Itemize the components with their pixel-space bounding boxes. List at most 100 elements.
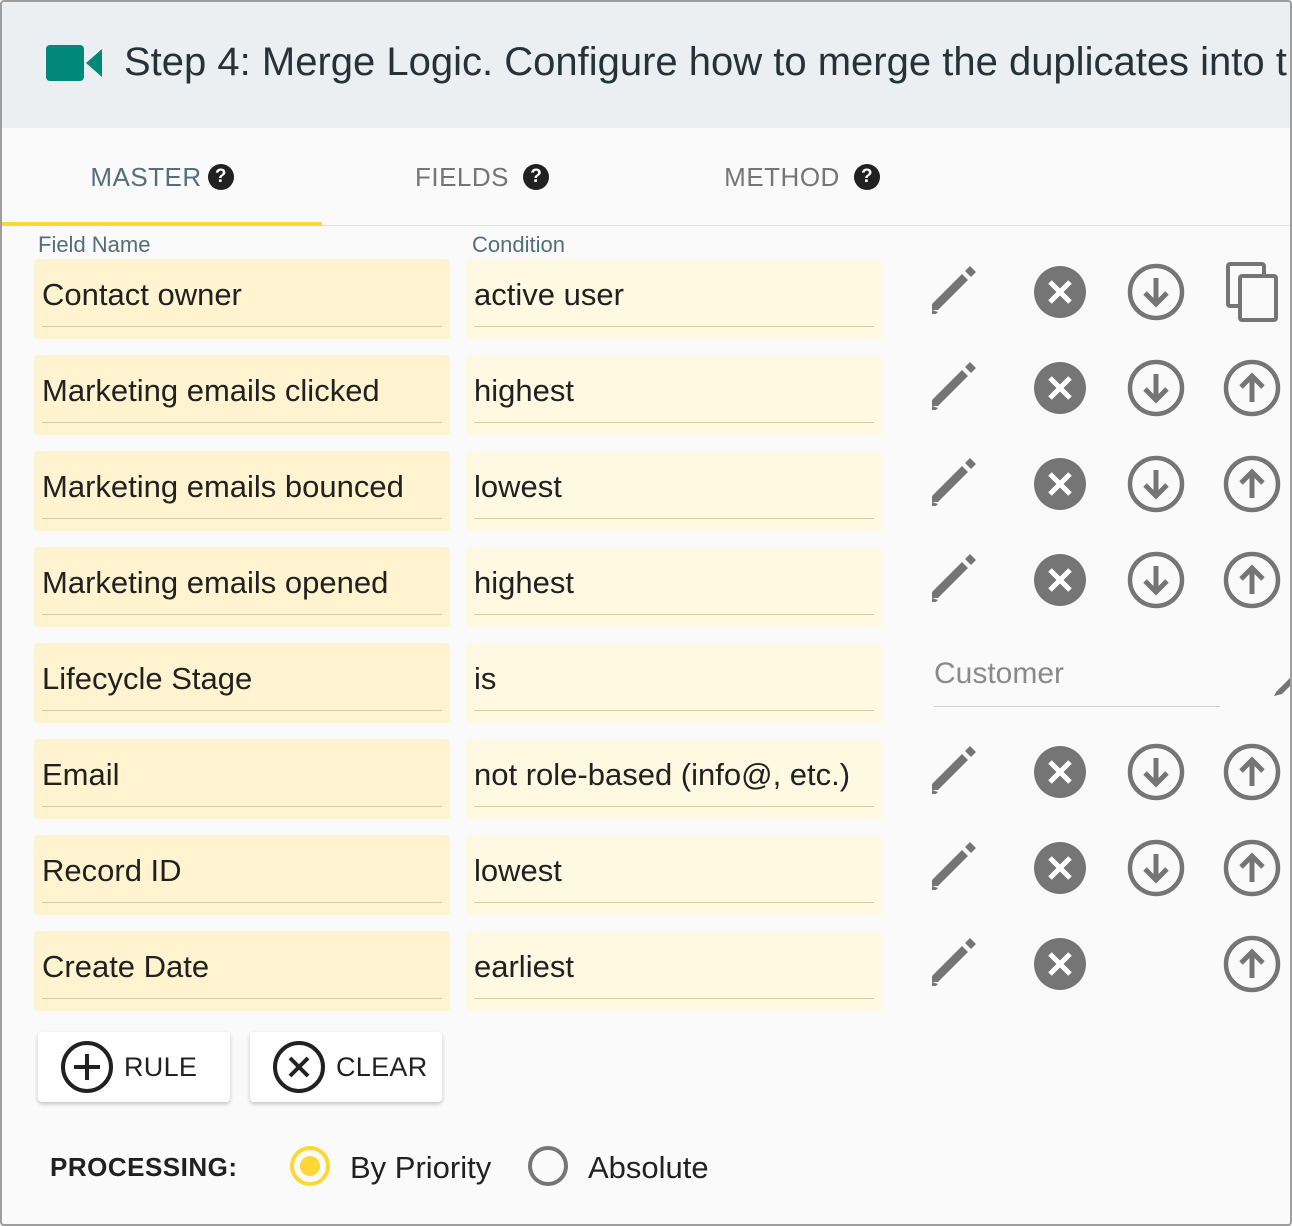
field-underline: [42, 518, 442, 519]
tab-bar: MASTER ? FIELDS ? METHOD ?: [2, 128, 1290, 226]
field-underline: [42, 614, 442, 615]
move-down-icon[interactable]: [1124, 836, 1188, 900]
field-name-value: Marketing emails bounced: [42, 469, 404, 504]
field-name-value: Marketing emails opened: [42, 565, 389, 600]
add-rule-button[interactable]: RULE: [38, 1032, 230, 1102]
condition-underline: [474, 710, 874, 711]
field-name-value: Email: [42, 757, 120, 792]
tab-master-label: MASTER: [90, 161, 202, 192]
edit-icon[interactable]: [924, 356, 988, 420]
move-up-icon[interactable]: [1220, 452, 1284, 516]
move-down-icon[interactable]: [1124, 452, 1188, 516]
clear-label: CLEAR: [336, 1051, 428, 1082]
edit-icon[interactable]: [924, 740, 988, 804]
move-up-icon[interactable]: [1220, 836, 1284, 900]
condition-value: earliest: [474, 949, 574, 984]
move-down-icon[interactable]: [1124, 548, 1188, 612]
remove-circle-icon[interactable]: [1028, 836, 1092, 900]
edit-icon[interactable]: [1268, 666, 1292, 702]
field-name-input[interactable]: Create Date: [34, 931, 450, 1011]
remove-circle-icon[interactable]: [1028, 260, 1092, 324]
condition-value: highest: [474, 565, 574, 600]
copy-icon[interactable]: [1220, 260, 1284, 324]
radio-by-priority[interactable]: [288, 1144, 332, 1188]
tab-fields[interactable]: FIELDS ?: [322, 128, 642, 226]
condition-underline: [474, 614, 874, 615]
condition-value: lowest: [474, 469, 562, 504]
move-down-icon[interactable]: [1124, 260, 1188, 324]
condition-column-label: Condition: [472, 232, 565, 257]
step-header: Step 4: Merge Logic. Configure how to me…: [2, 2, 1290, 128]
move-up-icon[interactable]: [1220, 932, 1284, 996]
condition-underline: [474, 518, 874, 519]
radio-absolute[interactable]: [526, 1144, 570, 1188]
cancel-circle-icon: [273, 1041, 325, 1093]
edit-icon[interactable]: [924, 932, 988, 996]
field-name-value: Marketing emails clicked: [42, 373, 380, 408]
tab-method[interactable]: METHOD ?: [642, 128, 962, 226]
remove-circle-icon[interactable]: [1028, 740, 1092, 804]
condition-underline: [474, 326, 874, 327]
move-down-icon[interactable]: [1124, 356, 1188, 420]
field-underline: [42, 902, 442, 903]
clear-button[interactable]: CLEAR: [250, 1032, 442, 1102]
field-name-column-label: Field Name: [38, 232, 151, 257]
move-up-icon[interactable]: [1220, 740, 1284, 804]
condition-select[interactable]: highest: [466, 547, 882, 627]
edit-icon[interactable]: [924, 548, 988, 612]
condition-underline: [474, 998, 874, 999]
move-up-icon[interactable]: [1220, 548, 1284, 612]
condition-underline: [474, 422, 874, 423]
condition-value-field[interactable]: Customer: [934, 657, 1220, 707]
condition-select[interactable]: earliest: [466, 931, 882, 1011]
add-rule-label: RULE: [124, 1051, 198, 1082]
condition-value: is: [474, 661, 497, 696]
active-tab-indicator: [2, 222, 322, 226]
condition-select[interactable]: not role-based (info@, etc.): [466, 739, 882, 819]
field-underline: [42, 422, 442, 423]
field-name-value: Record ID: [42, 853, 182, 888]
move-down-icon[interactable]: [1124, 740, 1188, 804]
tab-fields-label: FIELDS: [414, 161, 510, 192]
help-icon[interactable]: ?: [207, 164, 234, 190]
by-priority-label: By Priority: [350, 1150, 492, 1185]
tab-method-label: METHOD: [724, 161, 840, 192]
edit-icon[interactable]: [924, 452, 988, 516]
condition-select[interactable]: is: [466, 643, 882, 723]
field-name-input[interactable]: Marketing emails opened: [34, 547, 450, 627]
add-circle-icon: [61, 1041, 113, 1093]
field-name-value: Contact owner: [42, 277, 242, 312]
condition-value: not role-based (info@, etc.): [474, 757, 851, 792]
edit-icon[interactable]: [924, 836, 988, 900]
field-underline: [42, 806, 442, 807]
condition-underline: [474, 902, 874, 903]
condition-select[interactable]: lowest: [466, 451, 882, 531]
condition-select[interactable]: highest: [466, 355, 882, 435]
tab-master[interactable]: MASTER ?: [2, 128, 322, 226]
field-underline: [42, 710, 442, 711]
field-underline: [42, 326, 442, 327]
field-underline: [42, 998, 442, 999]
move-up-icon[interactable]: [1220, 356, 1284, 420]
remove-circle-icon[interactable]: [1028, 548, 1092, 612]
field-name-input[interactable]: Email: [34, 739, 450, 819]
condition-select[interactable]: active user: [466, 259, 882, 339]
help-icon[interactable]: ?: [853, 164, 880, 190]
field-name-value: Create Date: [42, 949, 210, 984]
condition-value: highest: [474, 373, 574, 408]
remove-circle-icon[interactable]: [1028, 356, 1092, 420]
help-icon[interactable]: ?: [523, 164, 550, 190]
field-name-input[interactable]: Marketing emails bounced: [34, 451, 450, 531]
condition-select[interactable]: lowest: [466, 835, 882, 915]
remove-circle-icon[interactable]: [1028, 932, 1092, 996]
processing-label: PROCESSING:: [50, 1152, 238, 1182]
remove-circle-icon[interactable]: [1028, 452, 1092, 516]
field-name-input[interactable]: Marketing emails clicked: [34, 355, 450, 435]
field-name-input[interactable]: Lifecycle Stage: [34, 643, 450, 723]
condition-value: active user: [474, 277, 624, 312]
field-name-input[interactable]: Contact owner: [34, 259, 450, 339]
field-name-input[interactable]: Record ID: [34, 835, 450, 915]
edit-icon[interactable]: [924, 260, 988, 324]
condition-underline: [474, 806, 874, 807]
field-name-value: Lifecycle Stage: [42, 661, 253, 696]
